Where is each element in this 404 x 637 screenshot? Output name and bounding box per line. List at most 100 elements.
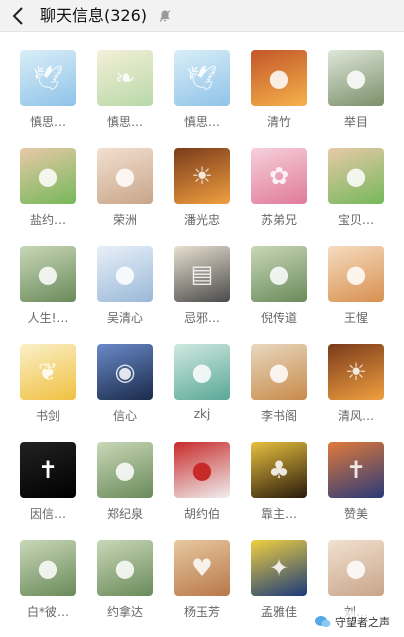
member-avatar: ● (328, 540, 384, 596)
member-avatar: ❦ (20, 344, 76, 400)
member-name: 杨玉芳 (183, 605, 220, 619)
member-item[interactable]: ✦ 孟雅佳 (251, 540, 311, 628)
sunset-icon: ☀ (191, 162, 213, 190)
cross-icon: ✝ (37, 456, 59, 484)
member-item[interactable]: ❦ 书剑 (20, 344, 80, 432)
mute-bell-icon (159, 10, 171, 22)
member-name: 信心 (112, 409, 137, 423)
page-title: 聊天信息(326) (40, 6, 148, 25)
member-item[interactable]: ● 白*彼… (20, 540, 80, 628)
member-avatar: ● (251, 50, 307, 106)
member-name: 苏弟兄 (260, 213, 297, 227)
leaf-icon: ❦ (37, 358, 59, 386)
member-item[interactable]: ● zkj (174, 344, 234, 432)
member-avatar: ✦ (251, 540, 307, 596)
member-name: 慎思… (106, 115, 143, 129)
member-avatar: ● (251, 344, 307, 400)
member-avatar: ☀ (174, 148, 230, 204)
chat-info-header: 聊天信息(326) (0, 0, 404, 32)
chevron-left-icon (12, 7, 23, 25)
sunset-icon: ☀ (345, 358, 367, 386)
member-name: 李书阁 (260, 409, 297, 423)
member-item[interactable]: ● 盐约… (20, 148, 80, 236)
member-avatar: ● (174, 442, 230, 498)
member-name: 约拿达 (106, 605, 143, 619)
bible-icon: ▤ (190, 260, 214, 288)
member-avatar: ● (97, 442, 153, 498)
hand-icon: ● (191, 358, 213, 386)
member-name: 孟雅佳 (260, 605, 297, 619)
member-name: 王惺 (343, 311, 368, 325)
member-item[interactable]: ❧ 慎思… (97, 50, 157, 138)
watermark-text: 守望者之声 (335, 616, 390, 629)
heart-icon: ♥ (191, 554, 213, 582)
starry-night-icon: ✦ (268, 554, 290, 582)
member-name: 慎思… (29, 115, 66, 129)
jesus-text-icon: ● (345, 260, 367, 288)
member-item[interactable]: ● 荣洲 (97, 148, 157, 236)
member-avatar: ▤ (174, 246, 230, 302)
person-icon: ● (268, 260, 290, 288)
member-item[interactable]: ● 王惺 (328, 246, 388, 334)
member-avatar: ● (328, 50, 384, 106)
member-item[interactable]: ● 约拿达 (97, 540, 157, 628)
tree-icon: ♣ (268, 456, 290, 484)
member-avatar: ☀ (328, 344, 384, 400)
member-item[interactable]: ● 李书阁 (251, 344, 311, 432)
member-name: 郑纪泉 (106, 507, 143, 521)
member-avatar: ♣ (251, 442, 307, 498)
member-avatar: ◉ (97, 344, 153, 400)
member-name: 潘光忠 (183, 213, 220, 227)
member-item[interactable]: ♥ 杨玉芳 (174, 540, 234, 628)
member-item[interactable]: ☀ 潘光忠 (174, 148, 234, 236)
member-name: 吴清心 (106, 311, 143, 325)
member-item[interactable]: 🕊 慎思… (174, 50, 234, 138)
member-item[interactable]: 🕊 慎思… (20, 50, 80, 138)
earth-icon: ◉ (114, 358, 136, 386)
member-name: 宝贝… (337, 213, 374, 227)
sky-icon: ● (114, 260, 136, 288)
figure-icon: ● (191, 456, 213, 484)
member-avatar: ● (328, 148, 384, 204)
member-item[interactable]: ● 清竹 (251, 50, 311, 138)
member-avatar: ● (20, 246, 76, 302)
reading-icon: ● (268, 358, 290, 386)
member-item[interactable]: ♣ 靠主… (251, 442, 311, 530)
dove-icon: 🕊 (186, 64, 218, 92)
member-item[interactable]: ✿ 苏弟兄 (251, 148, 311, 236)
member-name: zkj (193, 407, 211, 421)
member-item[interactable]: ✝ 因信… (20, 442, 80, 530)
member-name: 书剑 (35, 409, 60, 423)
member-item[interactable]: ☀ 清风… (328, 344, 388, 432)
cyclist-icon: ● (268, 64, 290, 92)
member-name: 忌邪… (183, 311, 220, 325)
member-name: 举目 (343, 115, 368, 129)
watermark: 守望者之声 (311, 611, 394, 633)
member-item[interactable]: ● 人生!… (20, 246, 80, 334)
member-avatar: ● (328, 246, 384, 302)
wechat-logo-icon (315, 616, 331, 628)
member-avatar: ● (97, 540, 153, 596)
member-item[interactable]: ✝ 赞美 (328, 442, 388, 530)
flower-icon: ✿ (268, 162, 290, 190)
member-item[interactable]: ▤ 忌邪… (174, 246, 234, 334)
member-item[interactable]: ● 倪传道 (251, 246, 311, 334)
member-name: 清竹 (266, 115, 291, 129)
member-name: 靠主… (260, 507, 297, 521)
member-item[interactable]: ● 胡约伯 (174, 442, 234, 530)
member-item[interactable]: ● 举目 (328, 50, 388, 138)
member-name: 清风… (337, 409, 374, 423)
member-avatar: ● (20, 540, 76, 596)
person-icon: ● (37, 554, 59, 582)
member-avatar: ● (97, 246, 153, 302)
member-avatar: 🕊 (174, 50, 230, 106)
member-item[interactable]: ● 郑纪泉 (97, 442, 157, 530)
member-name: 荣洲 (112, 213, 137, 227)
member-name: 慎思… (183, 115, 220, 129)
family-icon: ● (345, 554, 367, 582)
child-icon: ● (37, 162, 59, 190)
member-item[interactable]: ● 吴清心 (97, 246, 157, 334)
member-item[interactable]: ● 宝贝… (328, 148, 388, 236)
back-button[interactable] (8, 4, 28, 28)
member-item[interactable]: ◉ 信心 (97, 344, 157, 432)
